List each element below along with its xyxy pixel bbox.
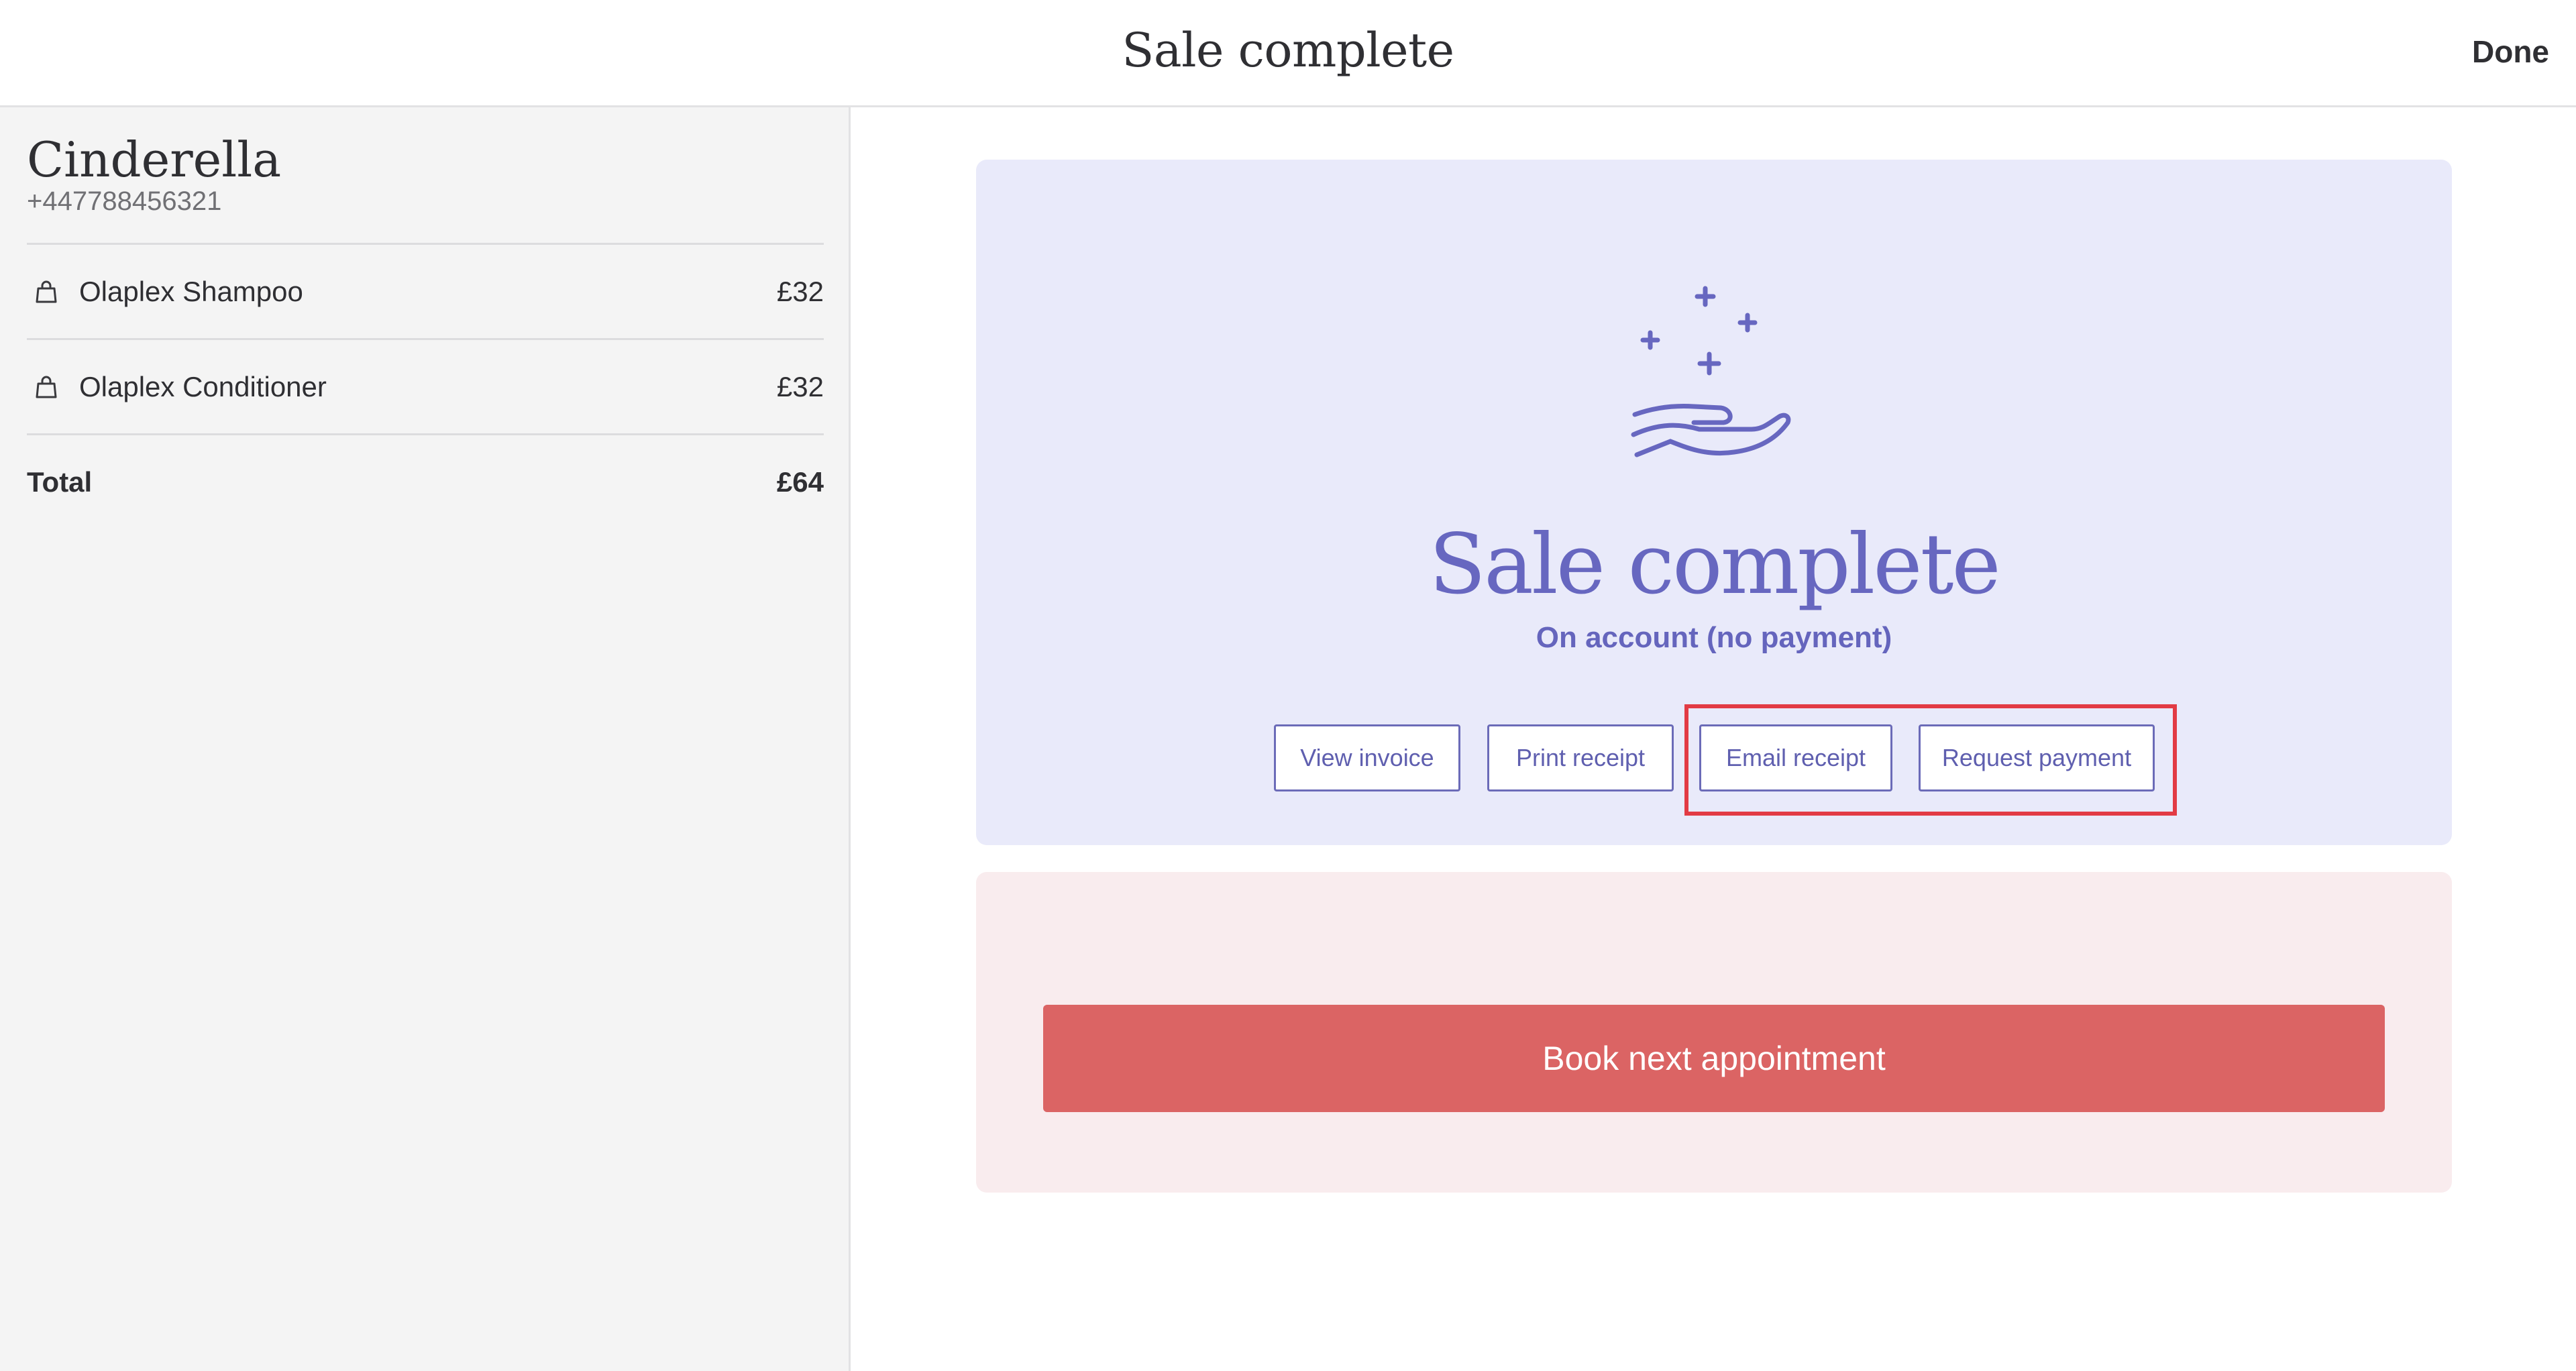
line-item[interactable]: Olaplex Shampoo £32 (27, 243, 824, 338)
total-value: £64 (776, 465, 824, 498)
total-row: Total £64 (27, 433, 824, 529)
client-name[interactable]: Cinderella (27, 131, 281, 188)
book-next-appointment-button[interactable]: Book next appointment (1043, 1005, 2385, 1112)
view-invoice-button[interactable]: View invoice (1274, 724, 1460, 791)
total-label: Total (27, 465, 93, 498)
print-receipt-button[interactable]: Print receipt (1487, 724, 1674, 791)
top-header: Sale complete Done (0, 0, 2576, 107)
line-item-price: £32 (776, 370, 824, 402)
request-payment-button[interactable]: Request payment (1919, 724, 2155, 791)
line-item-label: Olaplex Conditioner (79, 370, 327, 402)
line-item-label: Olaplex Shampoo (79, 275, 303, 307)
line-items-list: Olaplex Shampoo £32 Olaplex Conditioner … (27, 243, 824, 529)
payment-method-label: On account (no payment) (1536, 621, 1892, 654)
page-title: Sale complete (1122, 23, 1454, 78)
success-title: Sale complete (1429, 516, 2001, 613)
book-next-panel: Book next appointment (976, 872, 2452, 1193)
done-button[interactable]: Done (2472, 34, 2549, 70)
line-item[interactable]: Olaplex Conditioner £32 (27, 338, 824, 433)
line-item-price: £32 (776, 275, 824, 307)
hand-with-sparkles-icon (1631, 286, 1791, 457)
shopping-bag-icon (36, 376, 57, 398)
client-phone: +447788456321 (27, 186, 222, 216)
sale-complete-panel: Sale complete On account (no payment) Vi… (976, 160, 2452, 845)
app: Sale complete Done Cinderella +447788456… (0, 0, 2576, 1371)
sale-summary-sidebar: Cinderella +447788456321 Olaplex Shampoo… (0, 107, 851, 1371)
shopping-bag-icon (36, 280, 57, 303)
email-receipt-button[interactable]: Email receipt (1699, 724, 1892, 791)
